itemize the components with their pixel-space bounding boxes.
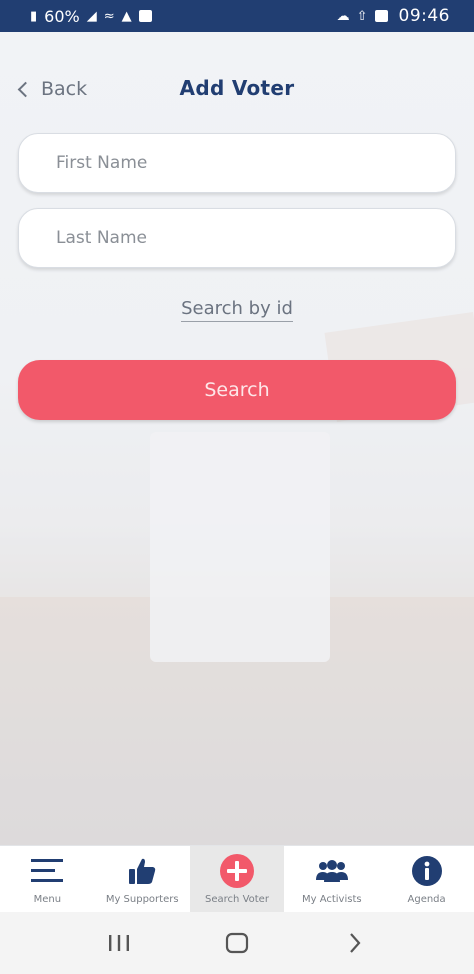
tab-label: Search Voter bbox=[205, 894, 269, 905]
home-icon bbox=[225, 932, 249, 954]
page-title: Add Voter bbox=[179, 76, 295, 100]
app-notification-icon: ☁ bbox=[336, 8, 350, 24]
search-by-id-row: Search by id bbox=[0, 298, 474, 322]
status-bar: ▮ 60% ◢ ≈ ▲ ☁ ⇧ 09:46 bbox=[0, 0, 474, 32]
search-button[interactable]: Search bbox=[18, 360, 456, 420]
tab-label: My Activists bbox=[301, 894, 362, 905]
wifi-icon: ≈ bbox=[103, 8, 115, 24]
info-icon bbox=[411, 854, 443, 888]
first-name-field-wrapper bbox=[18, 133, 456, 193]
back-nav-button[interactable] bbox=[335, 923, 375, 963]
header: Back Add Voter bbox=[0, 72, 474, 112]
last-name-field-wrapper bbox=[18, 208, 456, 268]
plus-circle-icon bbox=[219, 854, 254, 888]
image-icon bbox=[374, 10, 388, 22]
search-by-id-link[interactable]: Search by id bbox=[181, 298, 293, 322]
tab-label: My Supporters bbox=[105, 894, 179, 905]
last-name-input[interactable] bbox=[19, 209, 455, 267]
upload-icon: ⇧ bbox=[356, 8, 368, 24]
tab-my-activists[interactable]: My Activists bbox=[284, 846, 379, 912]
tab-menu[interactable]: Menu bbox=[0, 846, 95, 912]
clock: 09:46 bbox=[398, 6, 450, 26]
menu-icon bbox=[30, 854, 64, 888]
tab-search-voter[interactable]: Search Voter bbox=[189, 846, 285, 912]
status-left: ▮ 60% ◢ ≈ ▲ bbox=[30, 7, 152, 26]
thumbs-up-icon bbox=[127, 854, 157, 888]
tab-my-supporters[interactable]: My Supporters bbox=[95, 846, 190, 912]
bottom-tab-bar: Menu My Supporters Search Voter My Activ… bbox=[0, 845, 474, 912]
first-name-input[interactable] bbox=[19, 134, 455, 192]
battery-saver-icon: ▮ bbox=[30, 8, 38, 24]
lte-icon: ▲ bbox=[121, 8, 132, 24]
home-button[interactable] bbox=[217, 923, 257, 963]
cellular-signal-icon: ◢ bbox=[86, 8, 97, 24]
recent-apps-icon bbox=[109, 935, 129, 951]
notification-icon bbox=[138, 10, 152, 22]
group-icon bbox=[315, 854, 349, 888]
recent-apps-button[interactable] bbox=[99, 923, 139, 963]
status-right: ☁ ⇧ 09:46 bbox=[337, 6, 450, 26]
chevron-right-icon bbox=[350, 933, 361, 953]
system-nav-bar bbox=[0, 912, 474, 974]
tab-label: Menu bbox=[33, 894, 62, 905]
tab-label: Agenda bbox=[407, 894, 446, 905]
tab-agenda[interactable]: Agenda bbox=[379, 846, 474, 912]
battery-percent: 60% bbox=[44, 6, 80, 26]
